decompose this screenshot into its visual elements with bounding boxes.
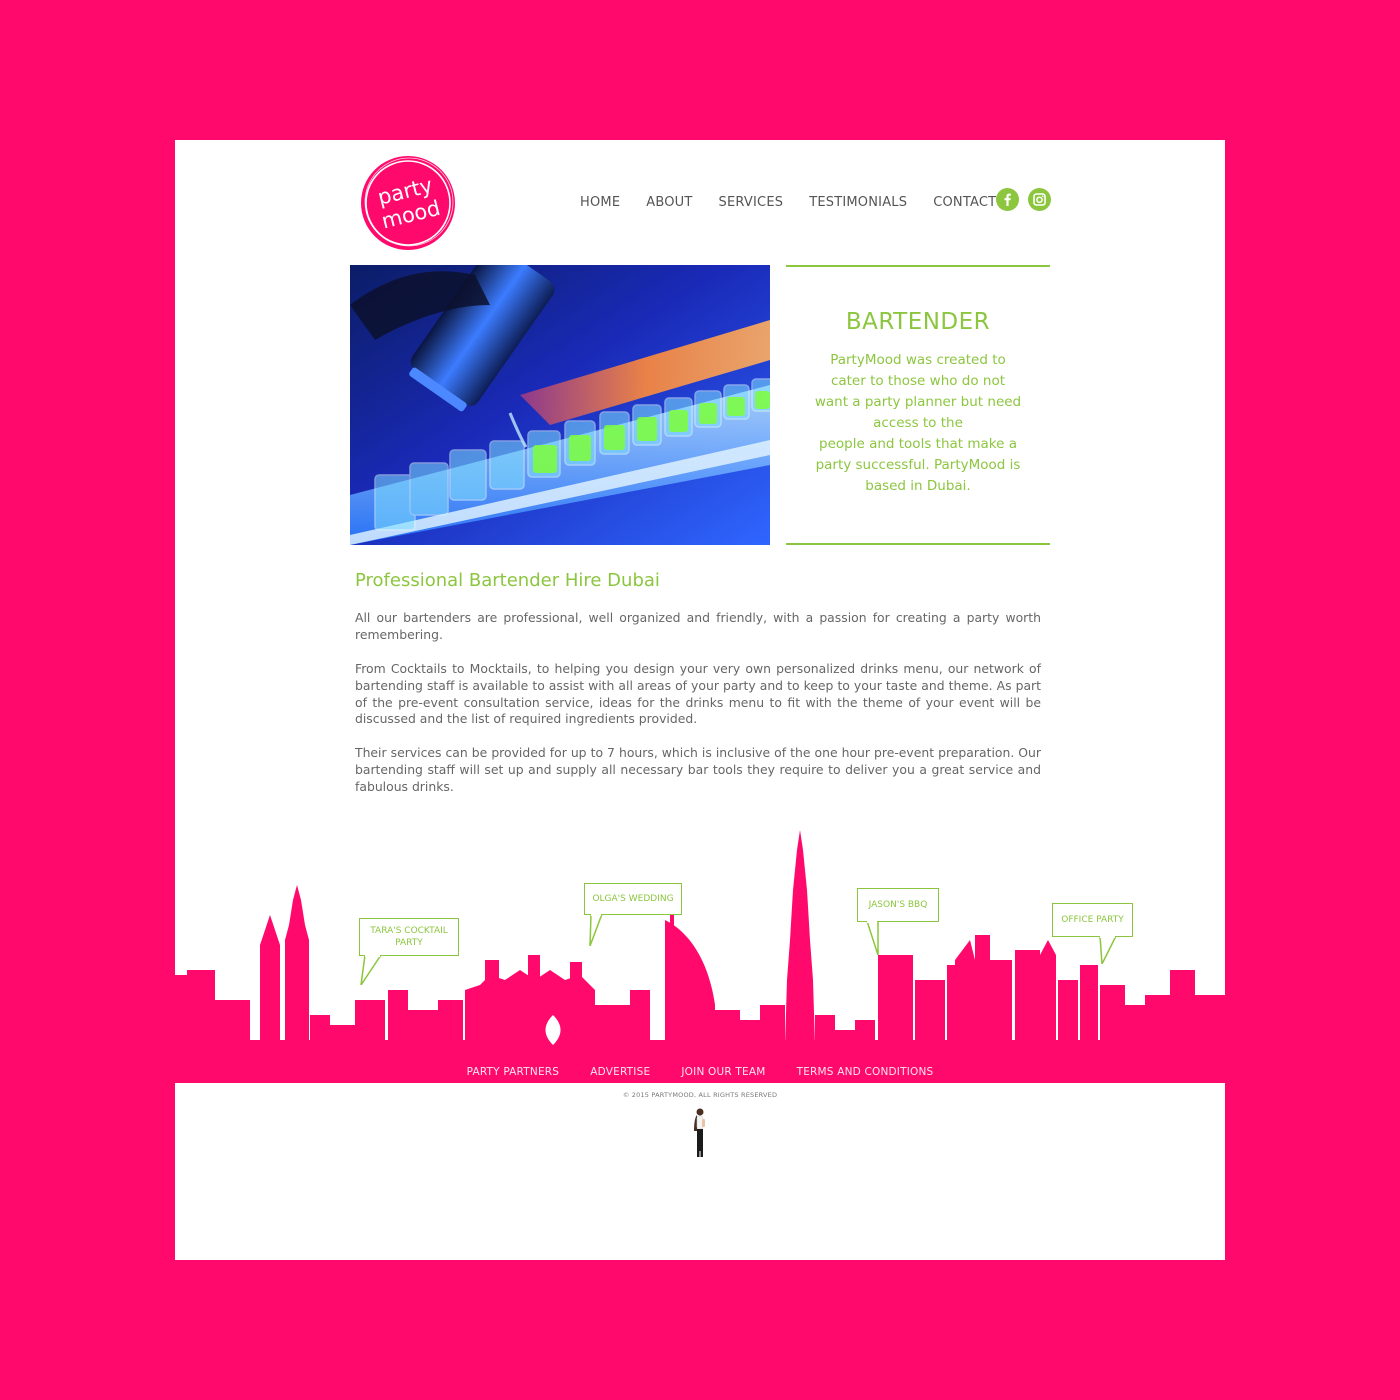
hero-title: BARTENDER: [845, 309, 991, 335]
facebook-button[interactable]: [996, 188, 1019, 211]
bubble-olgas-wedding[interactable]: OLGA'S WEDDING: [584, 883, 682, 915]
hero-info-panel: BARTENDER PartyMood was created to cater…: [786, 265, 1050, 545]
dubai-skyline-silhouette: [175, 830, 1225, 1083]
cocktail-shot-glasses-photo: [350, 265, 770, 545]
footer-link-join-our-team[interactable]: JOIN OUR TEAM: [681, 1066, 765, 1078]
bubble-label: OLGA'S WEDDING: [592, 894, 674, 904]
bubble-office-party[interactable]: OFFICE PARTY: [1052, 903, 1133, 937]
footer-nav: PARTY PARTNERS ADVERTISE JOIN OUR TEAM T…: [175, 1060, 1225, 1079]
hero-description: PartyMood was created to cater to those …: [808, 350, 1028, 497]
footer-link-advertise[interactable]: ADVERTISE: [590, 1066, 650, 1078]
bubble-tail: [866, 921, 879, 955]
hero-text-line: cater to those who do not: [830, 373, 1006, 389]
hero-text-line: PartyMood was created to: [830, 352, 1006, 368]
footer-link-party-partners[interactable]: PARTY PARTNERS: [467, 1066, 560, 1078]
person-figure-icon: [691, 1107, 709, 1159]
nav-testimonials[interactable]: TESTIMONIALS: [809, 195, 907, 210]
facebook-icon: [1004, 193, 1011, 206]
partymood-logo[interactable]: party mood: [359, 154, 457, 252]
bubble-tail: [1099, 936, 1117, 964]
bubble-label: OFFICE PARTY: [1061, 915, 1124, 925]
instagram-icon: [1033, 193, 1046, 206]
main-nav: HOME ABOUT SERVICES TESTIMONIALS CONTACT: [580, 192, 996, 212]
bubble-jasons-bbq[interactable]: JASON'S BBQ: [857, 888, 939, 922]
nav-services[interactable]: SERVICES: [719, 195, 784, 210]
bubble-label: TARA'S COCKTAIL PARTY: [370, 926, 448, 948]
content-paragraph: From Cocktails to Mocktails, to helping …: [355, 661, 1041, 727]
bubble-tail: [360, 955, 382, 985]
bubble-tail: [589, 914, 603, 946]
hero-cocktail-image: [350, 265, 770, 545]
hero-text-line: party successful. PartyMood is: [815, 457, 1021, 473]
hero-text-line: access to the: [873, 415, 963, 431]
nav-contact[interactable]: CONTACT: [933, 195, 996, 210]
dubai-skyline: TARA'S COCKTAIL PARTY OLGA'S WEDDING JAS…: [175, 830, 1225, 1083]
content-paragraph: Their services can be provided for up to…: [355, 745, 1041, 794]
hero-text-line: people and tools that make a: [819, 436, 1017, 452]
page-card: party mood HOME ABOUT SERVICES TESTIMONI…: [175, 140, 1225, 1260]
footer-link-terms[interactable]: TERMS AND CONDITIONS: [797, 1066, 934, 1078]
hero-text-line: based in Dubai.: [865, 478, 971, 494]
nav-home[interactable]: HOME: [580, 195, 620, 210]
content-paragraph: All our bartenders are professional, wel…: [355, 610, 1041, 642]
content-title: Professional Bartender Hire Dubai: [355, 570, 660, 591]
nav-about[interactable]: ABOUT: [646, 195, 692, 210]
bubble-taras-cocktail-party[interactable]: TARA'S COCKTAIL PARTY: [359, 918, 459, 956]
hero-text-line: want a party planner but need: [814, 394, 1022, 410]
instagram-button[interactable]: [1028, 188, 1051, 211]
copyright-text: © 2015 PARTYMOOD, ALL RIGHTS RESERVED: [622, 1091, 778, 1099]
bubble-label: JASON'S BBQ: [868, 900, 928, 910]
